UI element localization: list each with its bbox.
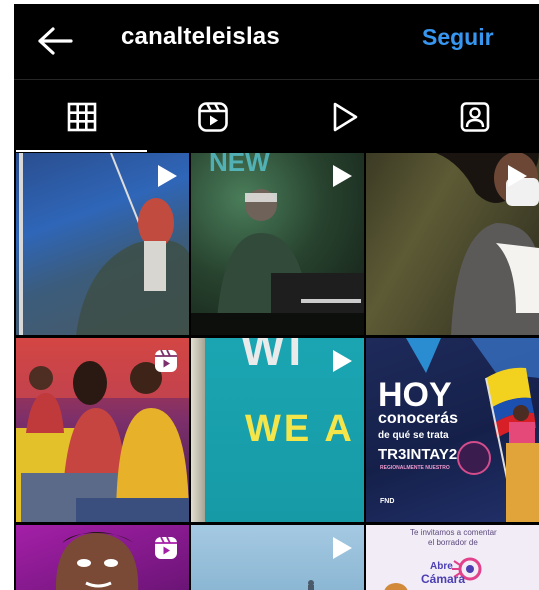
play-icon [333, 165, 352, 187]
post-thumbnail[interactable] [16, 338, 189, 522]
active-tab-indicator [16, 150, 147, 152]
app-window: canalteleislas Seguir NEW WI WE A HOY co… [14, 4, 539, 590]
tab-videos[interactable] [278, 80, 409, 154]
posts-grid: NEW WI WE A HOY conocerás de qué se trat… [14, 153, 539, 590]
post-subline: conocerás [378, 410, 459, 427]
post-caption-line: el borrador de [428, 538, 478, 547]
post-thumbnail[interactable]: WI WE A [191, 338, 364, 522]
tagged-person-icon [460, 102, 489, 132]
grid-icon [67, 102, 96, 132]
tab-posts[interactable] [16, 80, 147, 154]
post-thumbnail[interactable] [366, 153, 539, 335]
follow-button[interactable]: Seguir [422, 24, 494, 51]
play-icon [333, 102, 357, 132]
post-brand: Cámara [421, 572, 466, 586]
profile-header: canalteleislas Seguir [14, 4, 539, 78]
post-thumbnail[interactable] [191, 525, 364, 590]
post-caption-line: Te invitamos a comentar [410, 528, 497, 537]
post-thumbnail[interactable]: HOY conocerás de qué se trata TR3INTAY2 … [366, 338, 539, 522]
play-icon [508, 165, 527, 187]
play-icon [158, 165, 177, 187]
play-icon [333, 537, 352, 559]
reels-icon [197, 102, 228, 132]
play-icon [333, 350, 352, 372]
post-thumbnail[interactable] [16, 153, 189, 335]
post-thumbnail[interactable]: NEW [191, 153, 364, 335]
tab-reels[interactable] [147, 80, 278, 154]
reels-icon [155, 536, 177, 559]
post-image [384, 583, 408, 590]
post-subline: de qué se trata [378, 430, 449, 441]
tab-tagged[interactable] [409, 80, 539, 154]
profile-tabs [14, 80, 539, 154]
profile-username: canalteleislas [121, 23, 280, 50]
post-footer-logo: FND [380, 498, 395, 505]
post-brand-sub: REGIONALMENTE NUESTRO [380, 465, 450, 471]
post-overlay-text: WI [241, 338, 306, 375]
arrow-left-icon[interactable] [36, 26, 74, 56]
post-thumbnail[interactable]: Te invitamos a comentar el borrador de A… [366, 525, 539, 590]
reels-icon [155, 349, 177, 372]
post-overlay-text: NEW [209, 153, 270, 177]
post-image-edge [191, 338, 205, 522]
post-brand: TR3INTAY2 [378, 446, 458, 463]
post-brand: Abre [430, 561, 453, 572]
post-thumbnail[interactable] [16, 525, 189, 590]
post-overlay-text: WE A [245, 408, 355, 450]
